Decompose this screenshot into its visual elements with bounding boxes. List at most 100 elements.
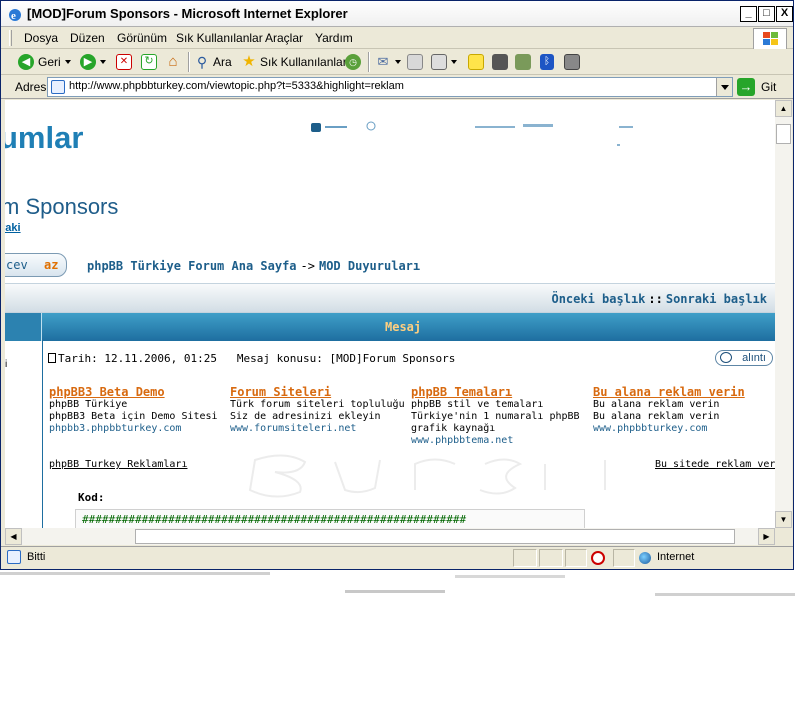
media-icon [564,54,580,70]
address-label: Adres [15,80,47,94]
forward-dropdown-icon[interactable] [100,60,106,64]
advertise-here-link[interactable]: Bu sitede reklam ver [655,459,775,470]
bluetooth-icon: ᛒ [540,54,554,70]
research-button[interactable] [492,52,508,72]
go-label: Git [761,80,777,94]
menu-help[interactable]: Yardım [315,31,353,45]
watermark-graphic [248,454,606,498]
history-button[interactable]: ◷ [345,52,361,72]
page-icon [51,80,65,94]
author-column-header [5,313,42,341]
go-button[interactable]: → Git [737,77,776,97]
scroll-up-arrow-icon[interactable]: ▲ [775,100,792,117]
vertical-scrollbar[interactable]: ▲ ▼ [775,100,792,528]
print-button[interactable] [407,52,423,72]
forward-button[interactable]: ▶ [80,52,106,72]
vertical-scroll-thumb[interactable] [776,124,791,144]
horizontal-scrollbar[interactable]: ◀ ▶ [5,528,775,545]
torn-edge [345,590,445,593]
ad-title-link[interactable]: Forum Siteleri [230,386,410,398]
status-cell [613,549,635,567]
menu-file[interactable]: Dosya [24,31,58,45]
horizontal-scroll-thumb[interactable] [135,529,735,544]
popup-blocked-icon[interactable] [591,551,605,565]
quote-button[interactable]: alıntı [715,350,773,366]
ad-line: phpBB Türkiye [49,399,128,410]
ie-logo-icon: e [9,9,21,22]
next-topic-link[interactable]: Sonraki başlık [666,292,767,306]
quote-label: alıntı [742,352,766,364]
address-bar: Adres → Git [1,75,793,99]
edit-dropdown-icon[interactable] [451,60,457,64]
ad-url-link[interactable]: www.forumsiteleri.net [230,423,410,435]
ad-block: phpBB3 Beta Demo phpBB Türkiye phpBB3 Be… [49,386,229,435]
messenger-button[interactable] [515,52,531,72]
ad-url-link[interactable]: www.phpbbtema.net [411,435,591,447]
back-dropdown-icon[interactable] [64,60,71,64]
topic-subtitle-link[interactable]: raki [5,222,21,234]
page-viewport: umlar m Sponsors raki cev az phpBB Türki… [5,100,775,528]
scroll-left-arrow-icon[interactable]: ◀ [5,528,22,545]
topic-title[interactable]: m Sponsors [5,194,118,220]
stop-button[interactable]: ✕ [116,52,132,72]
site-logo[interactable]: umlar [5,120,83,156]
back-label: Geri [38,55,61,69]
maximize-button[interactable]: □ [758,6,775,22]
post-meta: Tarih: 12.11.2006, 01:25 Mesaj konusu: [… [48,352,455,365]
ad-url-link[interactable]: www.phpbbturkey.com [593,423,773,435]
edit-button[interactable] [431,52,457,72]
code-label: Kod: [78,491,105,504]
prev-topic-link[interactable]: Önceki başlık [551,292,645,306]
favorites-button[interactable]: ★ Sık Kullanılanlar [241,52,346,72]
home-button[interactable]: ⌂ [165,52,181,72]
reply-button[interactable]: cev az [5,253,67,277]
post-icon[interactable] [48,353,56,363]
address-dropdown-icon[interactable] [716,78,732,96]
notes-button[interactable] [468,52,484,72]
reply-button-label: cev [6,258,28,272]
menu-favorites[interactable]: Sık Kullanılanlar [176,31,263,45]
ad-title-link[interactable]: phpBB Temaları [411,386,591,398]
toolbar-grip[interactable] [9,30,12,46]
history-icon: ◷ [345,54,361,70]
bluetooth-button[interactable]: ᛒ [540,52,554,72]
media-button[interactable] [564,52,580,72]
toolbar-separator [368,52,370,72]
title-bar: e [MOD]Forum Sponsors - Microsoft Intern… [1,1,793,27]
back-arrow-icon: ◀ [18,54,34,70]
mail-button[interactable]: ✉ [375,52,401,72]
note-icon [468,54,484,70]
page-status-icon [7,550,21,564]
address-box[interactable] [47,77,733,97]
search-button[interactable]: ⚲ Ara [194,52,232,72]
menu-bar: Dosya Düzen Görünüm Sık Kullanılanlar Ar… [1,27,793,50]
ad-title-link[interactable]: Bu alana reklam verin [593,386,773,398]
code-block[interactable]: ########################################… [75,509,585,528]
minimize-button[interactable]: _ [740,6,757,22]
breadcrumb-home-link[interactable]: phpBB Türkiye Forum Ana Sayfa [87,259,297,273]
star-icon: ★ [242,53,256,70]
ad-url-link[interactable]: phpbb3.phpbbturkey.com [49,423,229,435]
menu-edit[interactable]: Düzen [70,31,105,45]
new-topic-button-label: az [44,258,59,272]
ad-title-link[interactable]: phpBB3 Beta Demo [49,386,229,398]
mail-dropdown-icon[interactable] [395,60,401,64]
close-button[interactable]: X [776,6,793,22]
ads-footer-link[interactable]: phpBB Turkey Reklamları [49,459,187,470]
message-column-header: Mesaj [385,320,422,334]
edit-page-icon [431,54,447,70]
address-input[interactable] [69,80,709,92]
stop-icon: ✕ [116,54,132,70]
menu-view[interactable]: Görünüm [117,31,167,45]
status-cell [539,549,563,567]
breadcrumb-forum-link[interactable]: MOD Duyuruları [319,259,420,273]
mail-icon: ✉ [377,54,389,69]
refresh-button[interactable]: ↻ [141,52,157,72]
search-icon: ⚲ [196,54,208,70]
ad-line: Bu alana reklam verin [593,399,720,410]
home-icon: ⌂ [168,53,178,70]
scroll-right-arrow-icon[interactable]: ▶ [758,528,775,545]
scroll-down-arrow-icon[interactable]: ▼ [775,511,792,528]
back-button[interactable]: ◀ Geri [18,52,71,72]
menu-tools[interactable]: Araçlar [265,31,303,45]
